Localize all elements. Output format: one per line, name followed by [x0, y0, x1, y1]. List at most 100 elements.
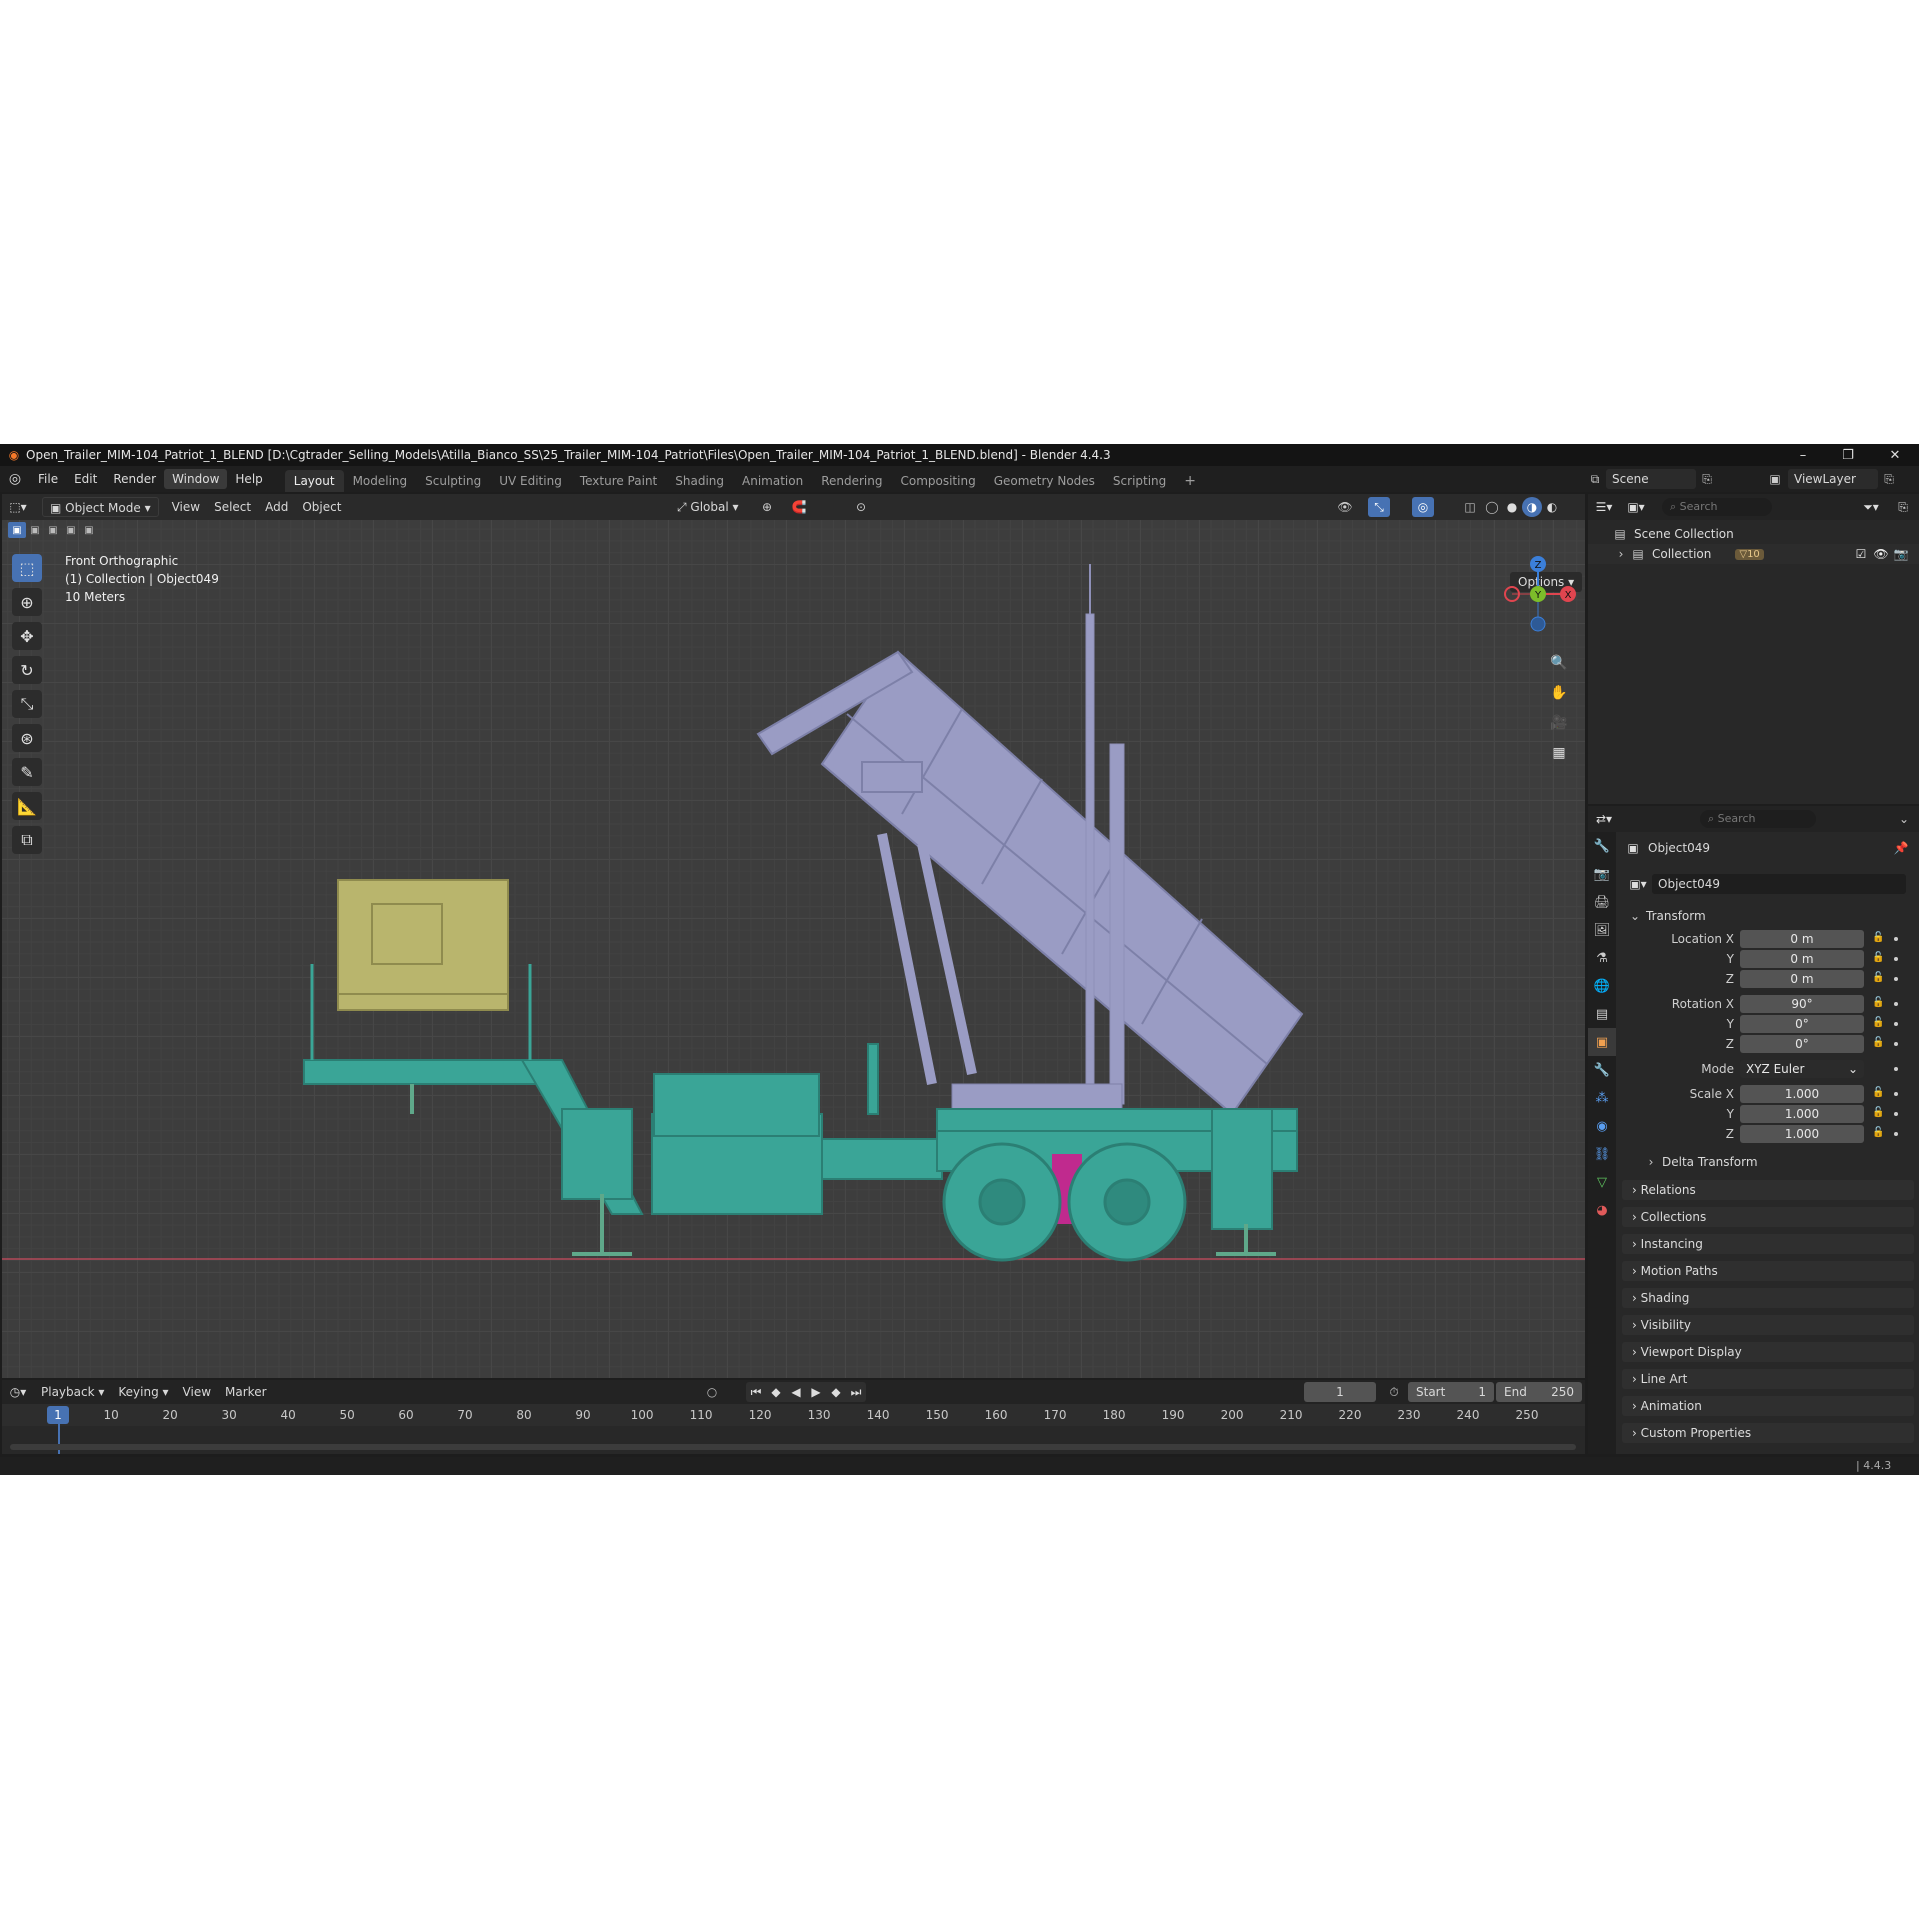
auto-key-icon[interactable]: ○ [702, 1385, 722, 1399]
scale-y-field[interactable]: 1.000 [1740, 1105, 1864, 1123]
scale-z-keyframe-dot[interactable] [1894, 1132, 1898, 1136]
tab-uv-editing[interactable]: UV Editing [490, 470, 571, 492]
rotation-mode-select[interactable]: XYZ Euler ⌄ [1740, 1060, 1864, 1078]
object-name-field[interactable]: Object049 [1652, 874, 1906, 894]
panel-shading[interactable]: › Shading [1622, 1288, 1914, 1308]
location-y-field[interactable]: 0 m [1740, 950, 1864, 968]
scene-tab-icon[interactable]: ⚗ [1588, 944, 1616, 972]
panel-collections[interactable]: › Collections [1622, 1207, 1914, 1227]
properties-options-icon[interactable]: ⌄ [1894, 812, 1914, 826]
tab-scripting[interactable]: Scripting [1104, 470, 1175, 492]
delta-transform-header[interactable]: › Delta Transform [1644, 1152, 1758, 1172]
particles-tab-icon[interactable]: ⁂ [1588, 1084, 1616, 1112]
rotation-z-field[interactable]: 0° [1740, 1035, 1864, 1053]
tab-modeling[interactable]: Modeling [344, 470, 417, 492]
menu-playback[interactable]: Playback ▾ [34, 1382, 111, 1402]
location-z-field[interactable]: 0 m [1740, 970, 1864, 988]
display-mode-icon[interactable]: ▣▾ [1620, 500, 1652, 514]
panel-instancing[interactable]: › Instancing [1622, 1234, 1914, 1254]
next-keyframe-icon[interactable]: ◆ [826, 1385, 846, 1399]
rotation-z-keyframe-dot[interactable] [1894, 1042, 1898, 1046]
view-layer-selector[interactable]: ▣ ViewLayer ⎘ [1762, 469, 1900, 489]
panel-relations[interactable]: › Relations [1622, 1180, 1914, 1200]
end-frame-field[interactable]: End 250 [1496, 1382, 1582, 1402]
rotation-y-lock-icon[interactable]: 🔓 [1872, 1017, 1884, 1028]
prev-keyframe-icon[interactable]: ◆ [766, 1385, 786, 1399]
blender-menu-icon[interactable]: ◎ [0, 471, 30, 487]
world-tab-icon[interactable]: 🌐 [1588, 972, 1616, 1000]
location-z-lock-icon[interactable]: 🔓 [1872, 972, 1884, 983]
rotation-x-field[interactable]: 90° [1740, 995, 1864, 1013]
collection-row[interactable]: › ▤ Collection ▽10 ☑ 👁 📷 [1588, 544, 1919, 564]
3d-viewport[interactable]: ⬚▾ ▣ Object Mode ▾ View Select Add Objec… [2, 494, 1585, 1378]
rotation-mode-keyframe-dot[interactable] [1894, 1067, 1898, 1071]
scene-collection-row[interactable]: ▤ Scene Collection [1588, 524, 1919, 544]
collection-tab-icon[interactable]: ▤ [1588, 1000, 1616, 1028]
output-tab-icon[interactable]: 🖨 [1588, 888, 1616, 916]
minimize-button[interactable]: – [1781, 444, 1825, 466]
constraints-tab-icon[interactable]: ⛓ [1588, 1140, 1616, 1168]
scene-selector[interactable]: ⧉ Scene ⎘ [1584, 469, 1718, 489]
new-scene-icon[interactable]: ⎘ [1696, 472, 1718, 487]
current-frame-field[interactable]: 1 [1304, 1382, 1376, 1402]
menu-timeline-view[interactable]: View [176, 1382, 218, 1402]
rotation-x-lock-icon[interactable]: 🔓 [1872, 997, 1884, 1008]
jump-start-icon[interactable]: ⏮ [746, 1385, 766, 1400]
tab-sculpting[interactable]: Sculpting [416, 470, 490, 492]
location-y-lock-icon[interactable]: 🔓 [1872, 952, 1884, 963]
panel-visibility[interactable]: › Visibility [1622, 1315, 1914, 1335]
stopwatch-icon[interactable]: ⏱ [1384, 1385, 1404, 1400]
jump-end-icon[interactable]: ⏭ [846, 1385, 866, 1400]
object-type-dropdown[interactable]: ▣▾ [1624, 877, 1652, 891]
modifier-tab-icon[interactable]: 🔧 [1588, 1056, 1616, 1084]
tab-compositing[interactable]: Compositing [891, 470, 984, 492]
menu-keying[interactable]: Keying ▾ [111, 1382, 175, 1402]
menu-file[interactable]: File [30, 469, 66, 489]
menu-marker[interactable]: Marker [218, 1382, 273, 1402]
tool-tab-icon[interactable]: 🔧 [1588, 832, 1616, 860]
tab-texture-paint[interactable]: Texture Paint [571, 470, 666, 492]
object-tab-icon[interactable]: ▣ [1588, 1028, 1616, 1056]
play-icon[interactable]: ▶ [806, 1385, 826, 1399]
exclude-checkbox-icon[interactable]: ☑ [1852, 547, 1870, 561]
filter-icon[interactable]: ⏷▾ [1858, 500, 1884, 515]
properties-search-input[interactable]: ⌕ Search [1700, 810, 1816, 828]
scale-y-keyframe-dot[interactable] [1894, 1112, 1898, 1116]
location-z-keyframe-dot[interactable] [1894, 977, 1898, 981]
menu-window[interactable]: Window [164, 469, 228, 489]
menu-help[interactable]: Help [227, 469, 270, 489]
tab-geometry-nodes[interactable]: Geometry Nodes [985, 470, 1104, 492]
scale-z-lock-icon[interactable]: 🔓 [1872, 1127, 1884, 1138]
add-workspace-button[interactable]: + [1175, 470, 1205, 492]
physics-tab-icon[interactable]: ◉ [1588, 1112, 1616, 1140]
tab-shading[interactable]: Shading [666, 470, 733, 492]
view-layer-tab-icon[interactable]: 🖼 [1588, 916, 1616, 944]
location-x-keyframe-dot[interactable] [1894, 937, 1898, 941]
close-button[interactable]: ✕ [1873, 444, 1917, 466]
scale-z-field[interactable]: 1.000 [1740, 1125, 1864, 1143]
panel-viewport-display[interactable]: › Viewport Display [1622, 1342, 1914, 1362]
tab-animation[interactable]: Animation [733, 470, 812, 492]
hide-eye-icon[interactable]: 👁 [1872, 547, 1890, 561]
location-x-field[interactable]: 0 m [1740, 930, 1864, 948]
data-tab-icon[interactable]: ▽ [1588, 1168, 1616, 1196]
rotation-y-field[interactable]: 0° [1740, 1015, 1864, 1033]
timeline-scrollbar[interactable] [10, 1444, 1576, 1450]
transform-panel-header[interactable]: ⌄ Transform [1628, 906, 1706, 926]
start-frame-field[interactable]: Start 1 [1408, 1382, 1494, 1402]
scale-x-lock-icon[interactable]: 🔓 [1872, 1087, 1884, 1098]
panel-animation[interactable]: › Animation [1622, 1396, 1914, 1416]
tab-layout[interactable]: Layout [284, 470, 344, 492]
location-y-keyframe-dot[interactable] [1894, 957, 1898, 961]
properties-editor-icon[interactable]: ⇄▾ [1588, 812, 1620, 826]
render-tab-icon[interactable]: 📷 [1588, 860, 1616, 888]
menu-edit[interactable]: Edit [66, 469, 105, 489]
timeline-editor-icon[interactable]: ◷▾ [2, 1385, 34, 1399]
scale-x-keyframe-dot[interactable] [1894, 1092, 1898, 1096]
render-camera-icon[interactable]: 📷 [1892, 547, 1910, 561]
trailer-model[interactable] [2, 494, 1585, 1378]
rotation-y-keyframe-dot[interactable] [1894, 1022, 1898, 1026]
frame-ruler[interactable]: 1 10 20 30 40 50 60 70 80 90 100 110 120 130 140 150 160… [2, 1404, 1585, 1426]
outliner-search-input[interactable]: ⌕ Search [1662, 498, 1772, 516]
rotation-x-keyframe-dot[interactable] [1894, 1002, 1898, 1006]
